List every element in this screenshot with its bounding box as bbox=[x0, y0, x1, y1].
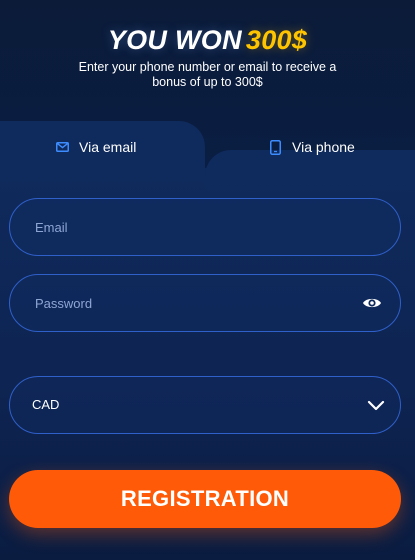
page-subtitle: Enter your phone number or email to rece… bbox=[78, 60, 337, 89]
email-field[interactable] bbox=[35, 199, 355, 255]
eye-icon[interactable] bbox=[362, 295, 382, 311]
password-field-wrapper bbox=[9, 274, 401, 332]
password-field[interactable] bbox=[35, 275, 355, 331]
page-title: YOU WON 300$ bbox=[0, 24, 415, 56]
tab-via-email[interactable]: Via email bbox=[0, 121, 205, 181]
tab-label-phone: Via phone bbox=[292, 139, 355, 155]
email-field-wrapper bbox=[9, 198, 401, 256]
tab-label-email: Via email bbox=[79, 139, 137, 155]
chevron-down-icon bbox=[367, 400, 385, 411]
phone-icon bbox=[268, 138, 282, 156]
tab-via-phone[interactable]: Via phone bbox=[205, 121, 415, 171]
currency-select[interactable]: CAD bbox=[9, 376, 401, 434]
registration-button[interactable]: REGISTRATION bbox=[9, 470, 401, 528]
title-main: YOU WON bbox=[107, 25, 242, 55]
registration-modal: YOU WON 300$ Enter your phone number or e… bbox=[0, 0, 415, 560]
envelope-icon bbox=[55, 138, 69, 156]
currency-value: CAD bbox=[32, 397, 60, 412]
title-amount: 300$ bbox=[245, 25, 308, 55]
